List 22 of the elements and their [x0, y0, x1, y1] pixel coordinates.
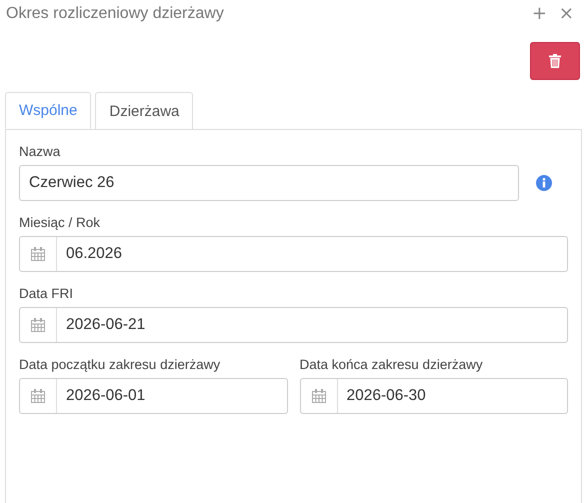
tab[interactable]: Dzierżawa [95, 92, 194, 129]
date-field[interactable]: 2026-06-30 [300, 378, 568, 414]
field-label: Data początku zakresu dzierżawy [19, 357, 222, 372]
window-title: Okres rozliczeniowy dzierżawy [6, 5, 225, 23]
add-button[interactable]: + [526, 5, 553, 23]
calendar-icon [30, 388, 46, 404]
calendar-icon [30, 246, 46, 262]
close-button[interactable]: × [552, 5, 580, 23]
calendar-icon [30, 317, 46, 333]
date-field[interactable]: 2026-06-21 [19, 307, 568, 343]
date-field[interactable]: 2026-06-01 [19, 378, 288, 414]
field-label: Miesiąc / Rok [19, 215, 102, 230]
text-field[interactable]: Czerwiec 26 [19, 165, 519, 201]
trash-icon [549, 54, 561, 68]
field-label: Data końca zakresu dzierżawy [300, 357, 484, 372]
info-icon[interactable] [536, 175, 552, 191]
delete-button[interactable] [530, 42, 580, 80]
field-label: Nazwa [19, 144, 62, 159]
tab[interactable]: Wspólne [5, 92, 92, 129]
date-field[interactable]: 06.2026 [19, 236, 568, 272]
field-label: Data FRI [19, 286, 74, 301]
calendar-icon [310, 388, 326, 404]
